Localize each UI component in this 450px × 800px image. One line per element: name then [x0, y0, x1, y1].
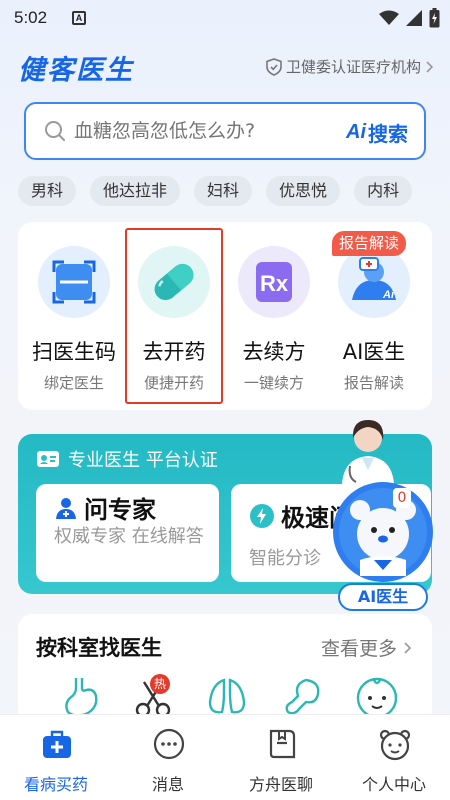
tab-ark-chat[interactable]: 方舟医聊 — [225, 715, 337, 800]
service-title: 去续方 — [242, 340, 306, 364]
ai-mark-icon: Ai — [346, 121, 366, 143]
status-bar: 5:02 A — [0, 0, 450, 36]
view-more-link[interactable]: 查看更多 — [321, 634, 412, 661]
doctor-portrait — [342, 420, 394, 484]
service-title: 扫医生码 — [32, 340, 116, 364]
service-renew-prescription[interactable]: Rx 去续方 一键续方 — [224, 222, 324, 410]
chip-gynecology[interactable]: 妇科 — [194, 176, 253, 206]
brand-logo: 健客医生 — [18, 55, 134, 86]
chip-yousiyue[interactable]: 优思悦 — [266, 176, 341, 206]
chip-andrology[interactable]: 男科 — [18, 176, 77, 206]
tab-profile[interactable]: 个人中心 — [338, 715, 450, 800]
tab-home[interactable]: 看病买药 — [0, 715, 112, 800]
chip-tadalafil[interactable]: 他达拉非 — [90, 176, 181, 206]
search-bar[interactable]: Ai 搜索 — [24, 102, 426, 160]
category-chips: 男科 他达拉非 妇科 优思悦 内科 — [18, 176, 413, 206]
ai-doctor-icon: Ai — [338, 246, 410, 318]
certification-text: 卫健委认证医疗机构 — [285, 58, 421, 76]
signal-icon — [406, 10, 422, 26]
ask-expert-desc: 权威专家 在线解答 — [54, 526, 204, 547]
hot-tag: 热 — [150, 674, 170, 694]
service-subtitle: 一键续方 — [243, 374, 304, 392]
ai-doctor-label: AI医生 — [338, 583, 428, 611]
bottom-tab-bar: 看病买药 消息 方舟医聊 个人中心 — [0, 714, 450, 800]
department-card: 按科室找医生 查看更多 热 — [18, 614, 432, 724]
ask-expert-title: 问专家 — [84, 496, 156, 524]
selection-highlight — [125, 228, 223, 404]
id-card-icon — [37, 451, 59, 467]
service-subtitle: 报告解读 — [343, 374, 404, 392]
chevron-right-icon — [404, 642, 412, 654]
chip-internal-medicine[interactable]: 内科 — [354, 176, 413, 206]
bear-face-icon — [379, 729, 411, 761]
wifi-icon — [379, 10, 399, 25]
lightning-icon — [250, 503, 274, 528]
rx-icon: Rx — [238, 246, 310, 318]
tab-label: 消息 — [151, 775, 184, 794]
expert-header: 专业医生 平台认证 — [36, 446, 218, 472]
certification-link[interactable]: 卫健委认证医疗机构 — [266, 56, 434, 77]
notification-icon: A — [72, 11, 86, 25]
service-title: AI医生 — [342, 340, 406, 364]
view-more-label: 查看更多 — [320, 638, 397, 660]
ai-doctor-float-button[interactable]: AI医生 — [330, 476, 436, 611]
department-title: 按科室找医生 — [36, 636, 162, 660]
medkit-icon — [43, 730, 71, 758]
tab-label: 看病买药 — [23, 775, 88, 794]
ai-search-button[interactable]: Ai 搜索 — [346, 118, 408, 147]
search-icon — [45, 121, 65, 141]
status-time: 5:02 — [14, 8, 48, 27]
svg-text:Ai: Ai — [382, 289, 395, 301]
tab-messages[interactable]: 消息 — [112, 715, 224, 800]
svg-text:Rx: Rx — [260, 271, 289, 296]
service-subtitle: 绑定医生 — [43, 374, 104, 392]
service-scan-doctor-code[interactable]: 扫医生码 绑定医生 — [24, 222, 124, 410]
shield-icon — [266, 57, 282, 76]
battery-icon — [429, 8, 440, 28]
chevron-right-icon — [426, 60, 434, 73]
tab-label: 个人中心 — [361, 775, 426, 794]
ask-expert-button[interactable]: 问专家 权威专家 在线解答 — [36, 484, 219, 582]
doctor-icon — [56, 497, 76, 519]
services-card: 扫医生码 绑定医生 去开药 便捷开药 Rx 去续方 一键续方 Ai AI医生 报… — [18, 222, 432, 410]
chat-icon — [153, 728, 185, 760]
tab-label: 方舟医聊 — [248, 775, 313, 794]
search-input[interactable] — [74, 120, 314, 142]
ai-search-label: 搜索 — [368, 122, 408, 146]
report-badge: 报告解读 — [332, 231, 407, 256]
scan-icon — [38, 246, 110, 318]
book-icon — [269, 729, 296, 759]
expert-header-text: 专业医生 平台认证 — [68, 450, 218, 471]
unread-count-badge: 0 — [393, 488, 411, 508]
bear-mascot-icon — [333, 482, 433, 582]
